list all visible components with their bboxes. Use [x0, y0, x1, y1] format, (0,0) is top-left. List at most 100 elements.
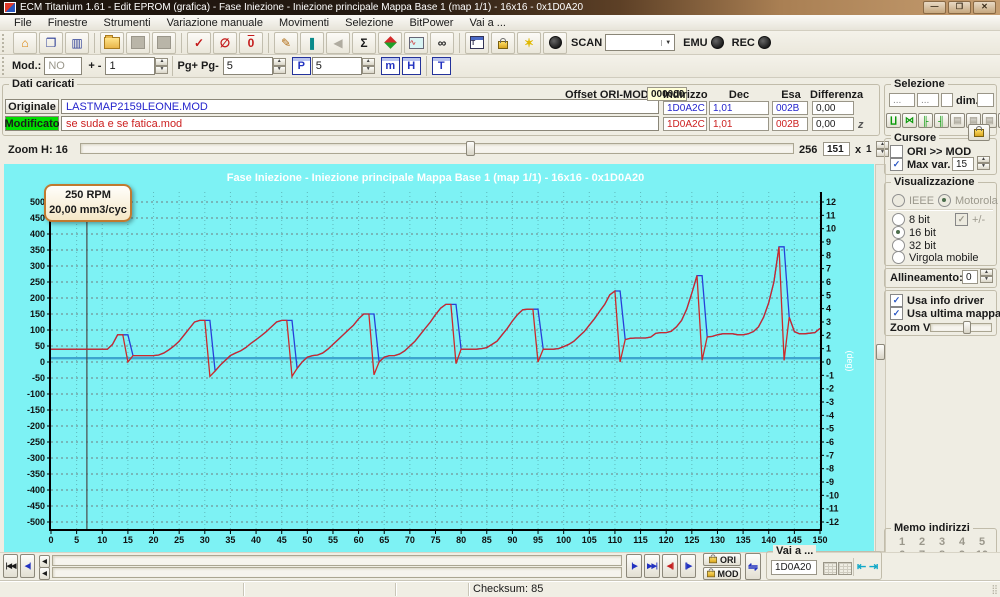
home-icon[interactable]: ⌂	[13, 32, 37, 54]
max-var-checkbox[interactable]: ✓ Max var.	[890, 158, 950, 171]
table-view-icon[interactable]: T	[432, 57, 451, 75]
menu-item-strumenti[interactable]: Strumenti	[95, 17, 158, 29]
bit16-radio[interactable]: 16 bit	[892, 226, 936, 239]
select-col-icon[interactable]: ╟	[918, 113, 933, 128]
memo-slot-3[interactable]: 3	[932, 536, 952, 549]
step-field[interactable]: 1	[105, 57, 155, 75]
menu-item-file[interactable]: File	[6, 17, 40, 29]
ori-lock-button[interactable]: ORI	[703, 553, 741, 566]
split-window-icon[interactable]: ▥	[65, 32, 89, 54]
usa-info-driver-box[interactable]: ✓	[890, 294, 903, 307]
select-cross-icon[interactable]: ⋈	[902, 113, 917, 128]
restore-button[interactable]: ❐	[948, 1, 971, 14]
checksum-off-icon[interactable]: ∅	[213, 32, 237, 54]
modificato-button[interactable]: Modificato	[5, 116, 59, 131]
diff-shape-icon[interactable]	[378, 32, 402, 54]
jump-next-icon[interactable]: ⇥	[869, 560, 878, 573]
prev-diff-button[interactable]: ◀||	[662, 554, 678, 578]
bit16-radio-circle[interactable]	[892, 226, 905, 239]
min-view-icon[interactable]: m	[381, 57, 400, 75]
step-forward-button[interactable]: |▶	[626, 554, 642, 578]
rec-led-icon[interactable]	[758, 36, 771, 49]
chart-svg[interactable]: -500-450-400-350-300-250-200-150-100-500…	[4, 164, 874, 552]
pg-field[interactable]: 5	[223, 57, 273, 75]
toolbar2-grip[interactable]	[2, 57, 8, 75]
jump-prev-icon[interactable]: ⇤	[857, 560, 866, 573]
close-button[interactable]: ✕	[973, 1, 996, 14]
selezione-start-field[interactable]: ...	[889, 93, 915, 107]
chart-vscrollbar-thumb[interactable]	[876, 344, 885, 360]
originale-button[interactable]: Originale	[5, 99, 59, 114]
bit8-radio[interactable]: 8 bit	[892, 213, 930, 226]
vai-a-field[interactable]: 1D0A20	[771, 560, 817, 575]
usa-info-driver-checkbox[interactable]: ✓ Usa info driver	[890, 294, 984, 307]
driver-runner-icon[interactable]: ✶	[517, 32, 541, 54]
open-file-icon[interactable]	[100, 32, 124, 54]
diff-percent-icon[interactable]: z	[858, 119, 864, 131]
map-graph-icon[interactable]: ∿	[404, 32, 428, 54]
ori-scrollbar[interactable]	[52, 555, 622, 566]
goto-last-button[interactable]: ▶▶|	[644, 554, 660, 578]
mod-lock-button[interactable]: MOD	[703, 567, 741, 580]
allineamento-spinner[interactable]: ▲▼	[980, 269, 993, 283]
dim-field[interactable]	[977, 93, 994, 107]
next-diff-button[interactable]: ||▶	[680, 554, 696, 578]
resize-grip[interactable]: ⣿	[991, 584, 998, 595]
zoomv-slider[interactable]	[930, 323, 992, 332]
step-spinner[interactable]: ▲▼	[155, 58, 168, 74]
usa-ultima-mappa-box[interactable]: ✓	[890, 307, 903, 320]
allineamento-field[interactable]: 0	[962, 270, 978, 284]
column-view-icon[interactable]: ❚	[300, 32, 324, 54]
reset-zero-icon[interactable]: 0	[239, 32, 263, 54]
sum-icon[interactable]: Σ	[352, 32, 376, 54]
virgola-radio-circle[interactable]	[892, 251, 905, 264]
virgola-radio[interactable]: Virgola mobile	[892, 251, 979, 264]
memo-slot-5[interactable]: 5	[972, 536, 992, 549]
usa-ultima-mappa-checkbox[interactable]: ✓ Usa ultima mappa	[890, 307, 1000, 320]
selezione-end-field[interactable]: ...	[917, 93, 939, 107]
edit-note-icon[interactable]: ✎	[274, 32, 298, 54]
table-window-icon[interactable]: T	[465, 32, 489, 54]
title-bar[interactable]: ECM Titanium 1.61 - Edit EPROM (grafica)…	[0, 0, 1000, 15]
memo-slot-1[interactable]: 1	[892, 536, 912, 549]
modificato-file-field[interactable]: se suda e se fatica.mod	[61, 116, 659, 131]
memo-slot-4[interactable]: 4	[952, 536, 972, 549]
step-back-button[interactable]: ◀|	[20, 554, 35, 578]
bit8-radio-circle[interactable]	[892, 213, 905, 226]
checksum-ok-icon[interactable]: ✓	[187, 32, 211, 54]
max-var-field[interactable]: 15	[952, 157, 974, 171]
ori-mod-checkbox-box[interactable]	[890, 145, 903, 158]
find-icon[interactable]: ∞	[430, 32, 454, 54]
selezione-n-field[interactable]	[941, 93, 953, 107]
menu-item-selezione[interactable]: Selezione	[337, 17, 401, 29]
duplicate-window-icon[interactable]: ❐	[39, 32, 63, 54]
mod-scroll-left-icon[interactable]: ◀	[39, 567, 50, 580]
emu-led-icon[interactable]	[711, 36, 724, 49]
memo-slot-2[interactable]: 2	[912, 536, 932, 549]
page-count-field[interactable]: 5	[312, 57, 362, 75]
max-var-checkbox-box[interactable]: ✓	[890, 158, 903, 171]
menu-item-bitpower[interactable]: BitPower	[401, 17, 461, 29]
page-icon[interactable]: P	[292, 57, 311, 75]
cursor-index-field[interactable]: 151	[823, 142, 850, 156]
menu-item-finestre[interactable]: Finestre	[40, 17, 96, 29]
max-var-spinner[interactable]: ▲▼	[977, 156, 990, 170]
toolbar-grip[interactable]	[2, 34, 8, 52]
page-spinner[interactable]: ▲▼	[362, 58, 375, 74]
zoomh-slider-thumb[interactable]	[466, 141, 475, 156]
hex-view-icon[interactable]: H	[402, 57, 421, 75]
mod-scrollbar[interactable]	[52, 567, 622, 578]
connect-led-icon[interactable]	[543, 32, 567, 54]
chart-panel[interactable]: -500-450-400-350-300-250-200-150-100-500…	[4, 164, 874, 552]
menu-item-vai-a-[interactable]: Vai a ...	[461, 17, 513, 29]
select-row-icon[interactable]: ∐	[886, 113, 901, 128]
zoomv-slider-thumb[interactable]	[963, 321, 971, 334]
lock-icon[interactable]	[491, 32, 515, 54]
scan-combobox[interactable]: ▼	[605, 34, 675, 51]
menu-item-variazione-manuale[interactable]: Variazione manuale	[159, 17, 271, 29]
minimize-button[interactable]: —	[923, 1, 946, 14]
originale-file-field[interactable]: LASTMAP2159LEONE.MOD	[61, 99, 659, 114]
cursor-lock-button[interactable]	[968, 124, 990, 141]
select-all-icon[interactable]: ╢	[934, 113, 949, 128]
menu-item-movimenti[interactable]: Movimenti	[271, 17, 337, 29]
